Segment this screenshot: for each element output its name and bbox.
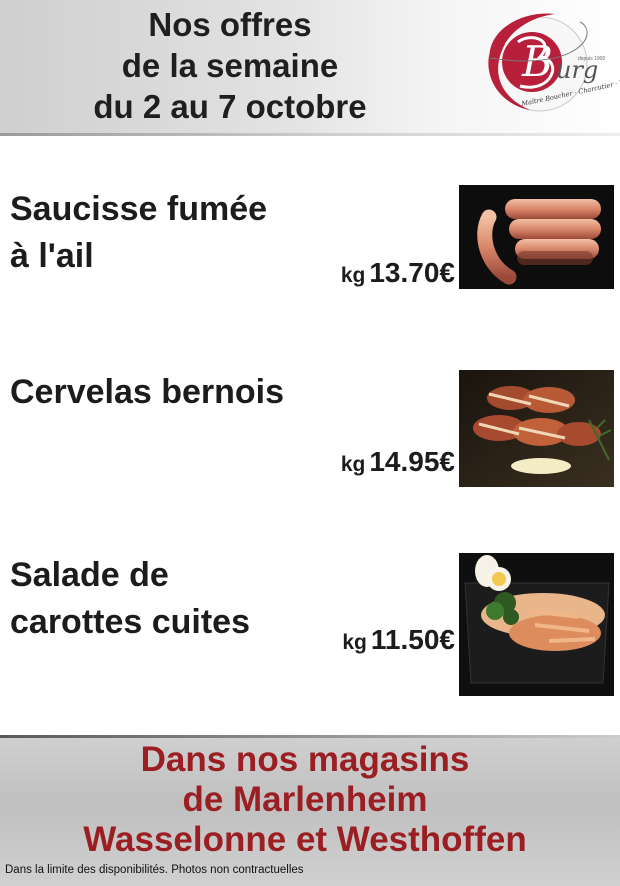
header-title-line: de la semaine [121,47,339,84]
footer-line: Dans nos magasins [140,740,470,779]
logo-initial: B [521,37,553,86]
cervelas-bacon-photo [459,370,614,487]
product-name-line: à l'ail [10,237,94,275]
product-name-cervelas: Cervelas bernois [10,369,284,416]
price-amount: 14.95€ [369,446,455,477]
footer-line: Wasselonne et Westhoffen [83,820,527,859]
price-unit: kg [340,453,366,476]
price-amount: 13.70€ [369,257,455,288]
header-title: Nos offres de la semaine du 2 au 7 octob… [0,4,460,127]
product-name-saucisse: Saucisse fumée à l'ail [10,186,267,280]
header-divider [0,133,620,136]
burg-logo-mark: B urg depuis 1900 Maître Boucher · Charc… [488,13,620,112]
burg-logo: B urg depuis 1900 Maître Boucher · Charc… [460,2,620,132]
smoked-sausage-photo [459,185,614,289]
footer-stores-text: Dans nos magasins de Marlenheim Wasselon… [0,740,610,860]
price-unit: kg [340,264,366,287]
price-unit: kg [342,631,367,654]
carrot-salad-photo [459,553,614,696]
footer-banner: Dans nos magasins de Marlenheim Wasselon… [0,735,620,886]
product-name-line: Saucisse fumée [10,190,268,228]
product-name-line: carottes cuites [10,603,250,641]
footer-divider [0,735,620,738]
price-cervelas: kg 14.95€ [341,446,455,478]
footer-line: de Marlenheim [182,780,428,819]
product-name-salade: Salade de carottes cuites [10,552,250,646]
footnote-disclaimer: Dans la limite des disponibilités. Photo… [5,864,304,876]
logo-since: depuis 1900 [578,56,605,62]
product-name-line: Salade de [10,556,169,594]
header-title-line: du 2 au 7 octobre [93,88,367,125]
product-name-line: Cervelas bernois [10,373,285,411]
price-salade: kg 11.50€ [342,624,455,656]
price-saucisse: kg 13.70€ [341,257,455,289]
header-banner: Nos offres de la semaine du 2 au 7 octob… [0,0,620,135]
price-amount: 11.50€ [370,624,455,655]
header-title-line: Nos offres [148,6,312,43]
